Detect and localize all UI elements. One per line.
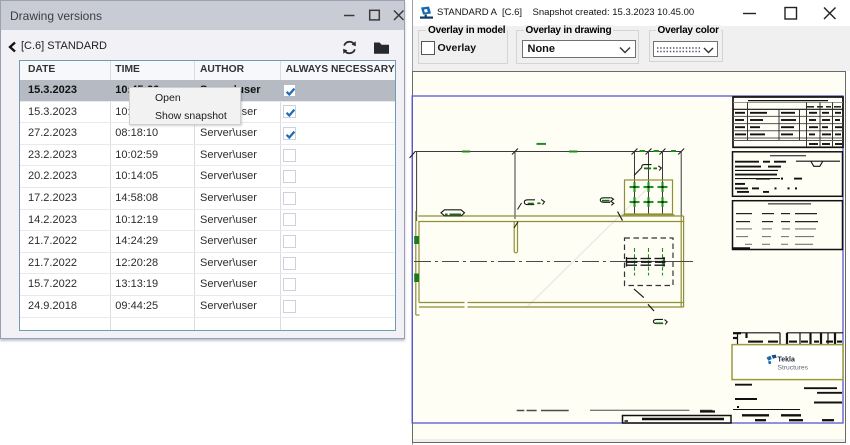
svg-text:Tekla: Tekla (778, 357, 795, 364)
svg-text:Structures: Structures (778, 364, 809, 371)
